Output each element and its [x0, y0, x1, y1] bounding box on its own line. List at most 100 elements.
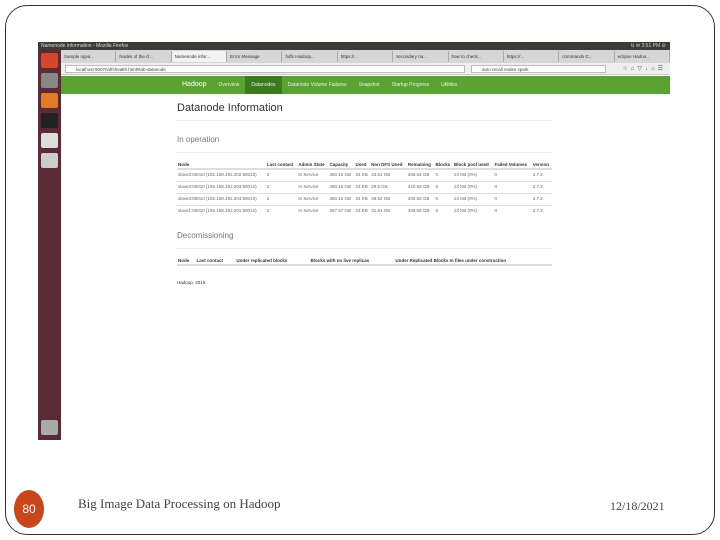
- tab[interactable]: how to check...: [449, 51, 504, 62]
- tab[interactable]: https://...: [338, 51, 394, 62]
- table-cell: 24 KB: [354, 193, 371, 206]
- trash-icon[interactable]: [41, 420, 58, 435]
- table-row: slave2:50010 (192.168.192.202:50010) 2 In …: [177, 168, 552, 182]
- nav-toolbar: localhost:50070/dfshealth.html#tab-datan…: [61, 63, 670, 75]
- nav-overview[interactable]: Overview: [213, 76, 246, 94]
- table-cell: 43.51 GB: [370, 168, 407, 182]
- tab[interactable]: Error Message: [227, 51, 283, 62]
- table-cell: 450.15 GB: [328, 168, 355, 182]
- column-header: Under Replicated Blocks In files under c…: [394, 257, 552, 266]
- column-header: Failed Volumes: [493, 161, 532, 170]
- search-box[interactable]: auto recall nodes spark: [471, 65, 606, 73]
- tab[interactable]: Sample ngva...: [61, 51, 117, 62]
- column-header: Blocks: [434, 161, 453, 170]
- files-icon[interactable]: [41, 73, 58, 88]
- table-row: slave3:50010 (192.168.192.203:50010) 2 In …: [177, 181, 552, 194]
- table-cell: In Service: [297, 168, 329, 182]
- table-cell: In Service: [297, 193, 329, 206]
- column-header: Non DFS Used: [370, 161, 407, 170]
- table-cell: 400.63 GB: [406, 193, 435, 206]
- table-cell: slave4:50010 (192.168.192.204:50010): [177, 193, 266, 206]
- table-cell: 49.52 GB: [370, 193, 407, 206]
- table-cell: 0: [434, 181, 453, 194]
- toolbar-icons[interactable]: ☆⌂▽↓⌂☰: [622, 65, 666, 72]
- slide-footer-title: Big Image Data Processing on Hadoop: [78, 496, 281, 511]
- in-operation-table: Node Last contact Admin State Capacity Used N…: [177, 161, 552, 217]
- table-cell: 2: [265, 205, 298, 217]
- settings-icon[interactable]: [41, 133, 58, 148]
- hadoop-navbar: Hadoop Overview Datanodes Datanode Volum…: [61, 76, 670, 94]
- nav-volume-failures[interactable]: Datanode Volume Failures: [282, 76, 353, 94]
- in-operation-heading: In operation: [177, 135, 552, 153]
- column-header: Blocks with no live replicas: [309, 257, 395, 266]
- nav-snapshot[interactable]: Snapshot: [353, 76, 386, 94]
- table-cell: 24 KB (0%): [452, 181, 494, 194]
- table-cell: 2: [265, 193, 298, 206]
- table-row: slave1:50010 (192.168.192.201:50010) 2 In …: [177, 205, 552, 217]
- table-cell: In Service: [297, 205, 329, 217]
- table-cell: 24 KB (0%): [452, 205, 494, 217]
- table-cell: 0: [434, 205, 453, 217]
- table-cell: 24 KB (0%): [452, 168, 494, 182]
- column-header: Last contact: [265, 161, 298, 170]
- slide-number: 80: [14, 490, 44, 528]
- tab[interactable]: https://...: [504, 51, 560, 62]
- tab[interactable]: hdfs Hadoop...: [282, 51, 338, 62]
- column-header: Admin State: [297, 161, 329, 170]
- table-cell: 406.64 GB: [406, 168, 435, 182]
- table-cell: 24 KB: [354, 181, 371, 194]
- table-cell: 24 KB: [354, 168, 371, 182]
- table-cell: 24 KB (0%): [452, 193, 494, 206]
- slide-date: 12/18/2021: [610, 499, 665, 513]
- system-tray: ⇅ ✉ 3:51 PM ⚙: [630, 43, 666, 49]
- editor-icon[interactable]: [41, 153, 58, 168]
- column-header: Remaining: [406, 161, 435, 170]
- table-cell: 2.7.2: [531, 181, 552, 194]
- table-cell: 367.87 GB: [328, 205, 355, 217]
- tab[interactable]: eclipse Hadoo...: [615, 51, 670, 62]
- table-cell: 0: [434, 168, 453, 182]
- table-cell: slave1:50010 (192.168.192.201:50010): [177, 205, 266, 217]
- column-header: Capacity: [328, 161, 355, 170]
- table-cell: 0: [434, 193, 453, 206]
- window-title: Namenode information - Mozilla Firefox: [41, 43, 129, 49]
- page-content: Datanode Information In operation Node La…: [177, 102, 552, 285]
- table-cell: 420.65 GB: [406, 181, 435, 194]
- nav-startup-progress[interactable]: Startup Progress: [386, 76, 436, 94]
- column-header: Used: [354, 161, 371, 170]
- table-cell: 450.15 GB: [328, 193, 355, 206]
- table-cell: 31.81 GB: [370, 205, 407, 217]
- column-header: Under replicated blocks: [235, 257, 310, 266]
- table-cell: 450.15 GB: [328, 181, 355, 194]
- table-cell: 0: [493, 181, 532, 194]
- page-footer: Hadoop, 2015.: [177, 280, 207, 285]
- url-bar[interactable]: localhost:50070/dfshealth.html#tab-datan…: [65, 65, 465, 73]
- window-titlebar: Namenode information - Mozilla Firefox ⇅ …: [38, 42, 670, 50]
- tab[interactable]: Nodes of the cl...: [116, 51, 172, 62]
- table-row: slave4:50010 (192.168.192.204:50010) 2 In …: [177, 193, 552, 206]
- table-cell: In Service: [297, 181, 329, 194]
- hadoop-brand[interactable]: Hadoop: [176, 76, 213, 94]
- column-header: Node: [177, 161, 266, 170]
- page-title: Datanode Information: [177, 102, 552, 121]
- firefox-icon[interactable]: [41, 93, 58, 108]
- table-cell: 0: [493, 168, 532, 182]
- table-cell: 0: [493, 205, 532, 217]
- column-header: Version: [531, 161, 552, 170]
- terminal-icon[interactable]: [41, 113, 58, 128]
- column-header: Block pool used: [452, 161, 494, 170]
- table-cell: 0: [493, 193, 532, 206]
- table-cell: 335.06 GB: [406, 205, 435, 217]
- tab[interactable]: commands C...: [559, 51, 615, 62]
- column-header: Last contact: [195, 257, 236, 266]
- nav-utilities[interactable]: Utilities: [435, 76, 463, 94]
- ubuntu-icon[interactable]: [41, 53, 58, 68]
- table-cell: 29.5 GB: [370, 181, 407, 194]
- table-cell: slave3:50010 (192.168.192.203:50010): [177, 181, 266, 194]
- tab-active[interactable]: Namenode infor...: [171, 51, 228, 62]
- tab[interactable]: secondary na...: [393, 51, 449, 62]
- nav-datanodes[interactable]: Datanodes: [245, 76, 282, 94]
- screenshot: Namenode information - Mozilla Firefox ⇅ …: [38, 42, 670, 440]
- table-cell: 2: [265, 181, 298, 194]
- table-cell: 2.7.2: [531, 193, 552, 206]
